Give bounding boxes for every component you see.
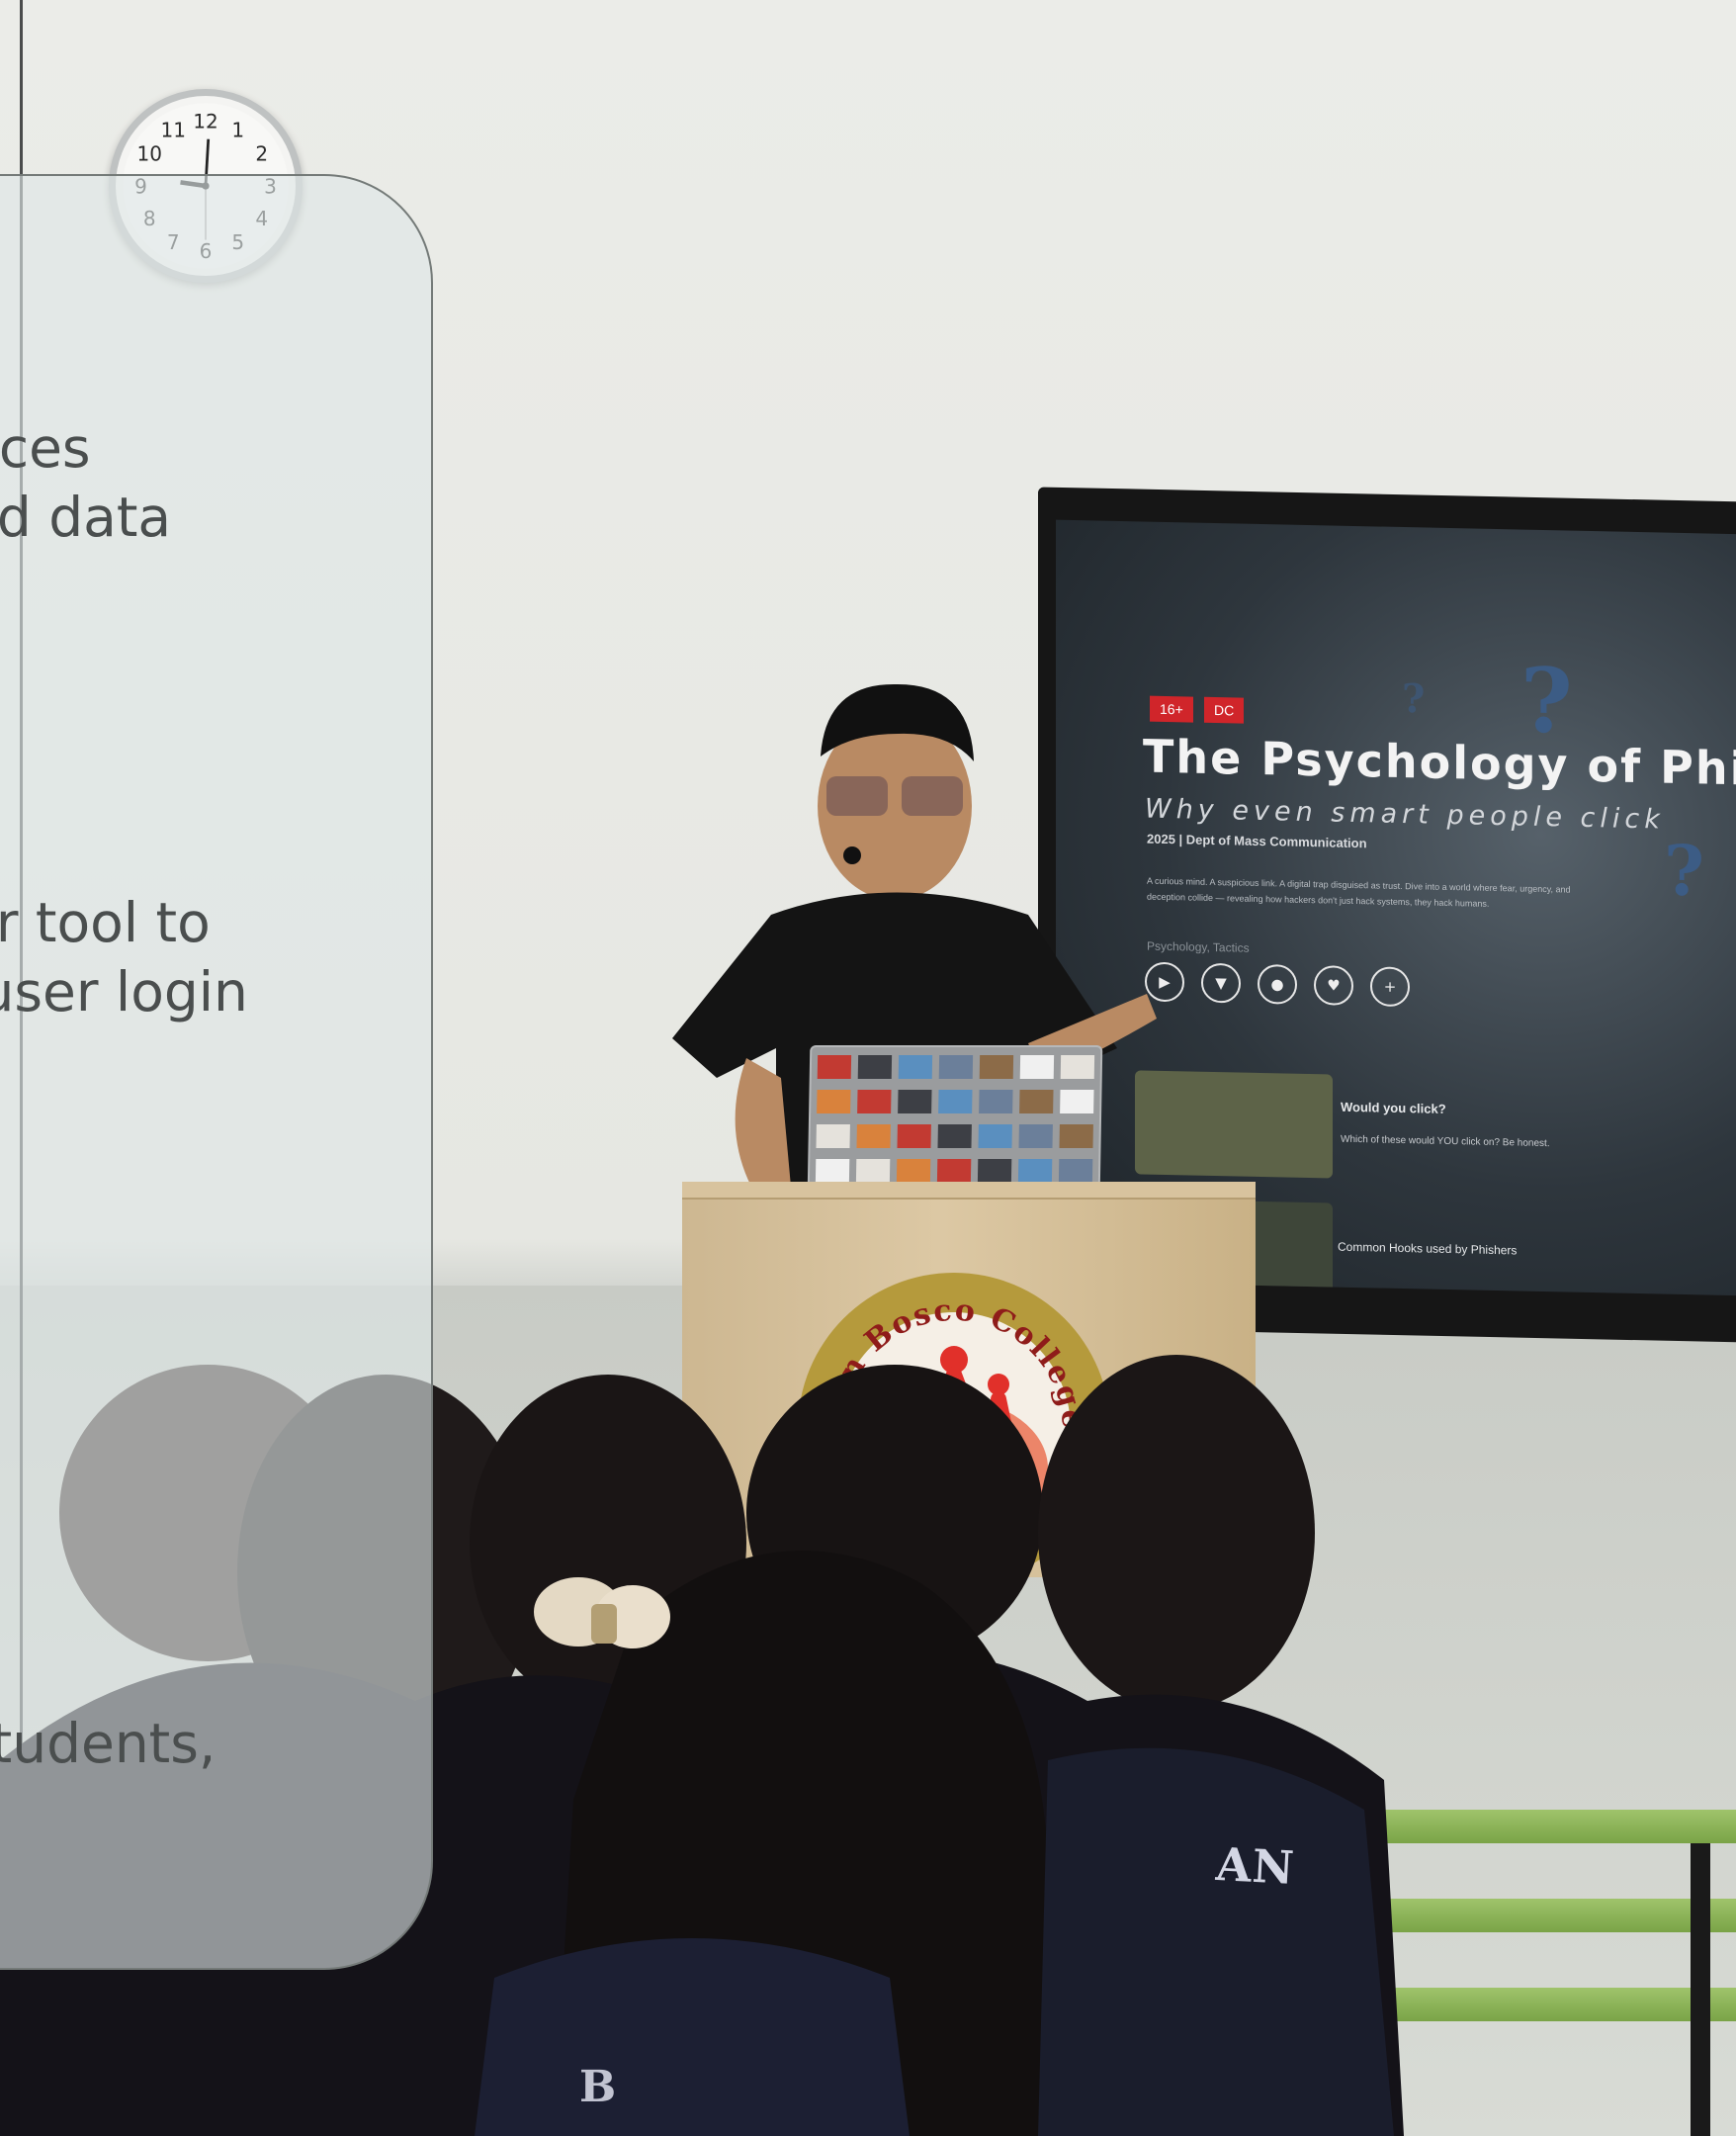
laptop-sticker <box>936 1159 972 1183</box>
episode-title: Common Hooks used by Phishers <box>1338 1239 1518 1258</box>
like-icon[interactable]: ♥ <box>1314 965 1353 1006</box>
overlay-line: students, <box>0 1712 217 1775</box>
laptop-sticker <box>979 1055 1014 1079</box>
laptop-sticker <box>978 1124 1012 1148</box>
laptop-sticker <box>896 1159 931 1183</box>
laptop-sticker <box>1017 1159 1053 1183</box>
laptop-sticker <box>1019 1090 1054 1113</box>
overlay-text-block-2: er tool to user login <box>0 888 431 1026</box>
laptop-sticker <box>1018 1124 1053 1148</box>
overlay-line: user login <box>0 960 248 1024</box>
clock-numeral: 2 <box>255 142 268 166</box>
overlay-text-block-3: students, <box>0 1709 431 1778</box>
slide-description: A curious mind. A suspicious link. A dig… <box>1147 875 1571 909</box>
laptop-sticker <box>1060 1090 1094 1113</box>
overlay-line: tices <box>0 416 91 480</box>
slide-subtitle: Why even smart people click <box>1145 793 1665 836</box>
slide-title: The Psychology of Phisl <box>1143 729 1736 797</box>
laptop-sticker <box>817 1090 851 1113</box>
user-icon[interactable]: ● <box>1258 963 1297 1005</box>
genre-tag: DC <box>1204 696 1245 724</box>
slide-meta: 2025 | Dept of Mass Communication <box>1147 831 1367 851</box>
hoodie-print: AN <box>1214 1836 1297 1896</box>
clock-numeral: 1 <box>231 119 244 142</box>
laptop-sticker <box>1059 1124 1093 1148</box>
laptop-sticker <box>856 1124 891 1148</box>
question-mark-decoration: ? <box>1664 829 1705 913</box>
clock-numeral: 10 <box>137 142 162 166</box>
question-mark-decoration: ? <box>1402 675 1426 723</box>
laptop-sticker <box>938 1090 973 1113</box>
laptop-sticker <box>1060 1055 1095 1079</box>
laptop <box>807 1045 1103 1194</box>
share-icon[interactable]: + <box>1370 966 1410 1008</box>
laptop-sticker <box>897 1124 931 1148</box>
laptop-sticker <box>857 1055 893 1079</box>
overlay-line: er tool to <box>0 891 211 954</box>
laptop-sticker <box>898 1055 933 1079</box>
laptop-sticker <box>938 1055 974 1079</box>
episode-desc: Which of these would YOU click on? Be ho… <box>1341 1133 1550 1150</box>
laptop-sticker <box>1019 1055 1055 1079</box>
laptop-sticker <box>1058 1159 1093 1183</box>
download-icon[interactable]: ▼ <box>1201 962 1241 1004</box>
podium-top <box>682 1182 1256 1200</box>
laptop-sticker <box>898 1090 932 1113</box>
laptop-sticker <box>977 1159 1012 1183</box>
hoodie-letter: B <box>579 2062 617 2112</box>
laptop-sticker <box>979 1090 1013 1113</box>
overlay-card: tices nd data er tool to user login stud… <box>0 174 433 1970</box>
laptop-sticker <box>857 1090 892 1113</box>
laptop-sticker <box>855 1159 891 1183</box>
slide-controls: ▶ ▼ ● ♥ + <box>1145 961 1410 1008</box>
laptop-sticker <box>817 1055 852 1079</box>
laptop-sticker <box>816 1124 850 1148</box>
overlay-line: nd data <box>0 486 172 549</box>
clock-numeral: 12 <box>193 110 217 134</box>
laptop-sticker <box>815 1159 850 1183</box>
episode-title: Would you click? <box>1341 1099 1446 1116</box>
clock-numeral: 11 <box>160 119 185 142</box>
overlay-text-block-1: tices nd data <box>0 413 431 552</box>
laptop-sticker <box>937 1124 972 1148</box>
